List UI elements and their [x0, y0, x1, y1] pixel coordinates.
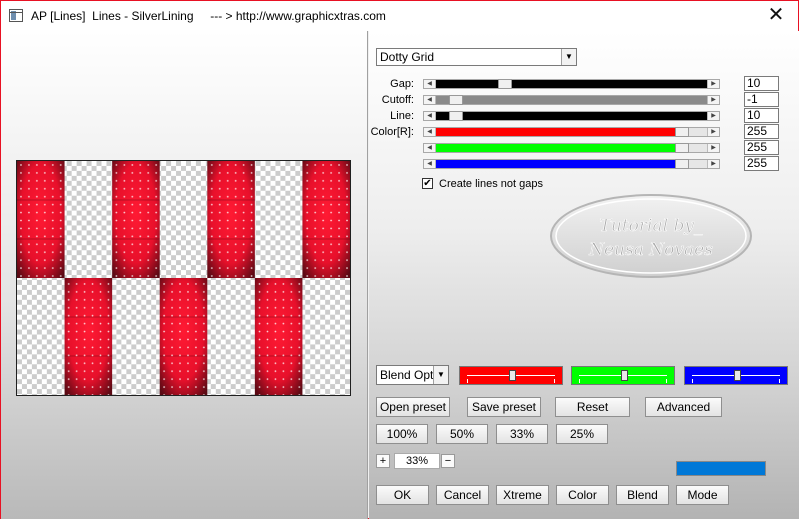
slider-label-line: Line:	[390, 110, 414, 122]
slider-thumb[interactable]	[675, 159, 689, 169]
zoom-100-button[interactable]: 100%	[376, 424, 428, 444]
slider-red[interactable]: ◀ ▶	[423, 127, 720, 137]
color-indicator-bar	[676, 461, 766, 476]
pattern-dots	[159, 278, 208, 395]
xtreme-button[interactable]: Xtreme	[496, 485, 549, 505]
advanced-button[interactable]: Advanced	[645, 397, 722, 417]
slider-thumb[interactable]	[449, 95, 463, 105]
zoom-50-button[interactable]: 50%	[436, 424, 488, 444]
cancel-button[interactable]: Cancel	[436, 485, 489, 505]
zoom-25-button[interactable]: 25%	[556, 424, 608, 444]
pattern-dots	[112, 161, 160, 278]
filter-dropdown-value: Dotty Grid	[380, 50, 435, 64]
slider-blue[interactable]: ◀ ▶	[423, 159, 720, 169]
mode-button[interactable]: Mode	[676, 485, 729, 505]
slider-fill	[436, 128, 675, 136]
pattern-dots	[64, 278, 113, 395]
close-icon[interactable]: ✕	[762, 5, 790, 27]
slider-left-arrow-icon[interactable]: ◀	[424, 128, 436, 136]
reset-button[interactable]: Reset	[555, 397, 630, 417]
blend-slider-thumb[interactable]	[734, 370, 741, 381]
slider-line[interactable]: ◀ ▶	[423, 111, 720, 121]
zoom-33-button[interactable]: 33%	[496, 424, 548, 444]
dialog-window: AP [Lines] Lines - SilverLining --- > ht…	[0, 0, 799, 519]
slider-left-arrow-icon[interactable]: ◀	[424, 144, 436, 152]
chevron-down-icon: ▼	[561, 49, 576, 65]
slider-value-gap[interactable]: 10	[744, 76, 779, 91]
pattern-dots	[254, 278, 303, 395]
slider-label-red: Color[R]:	[370, 126, 414, 138]
color-button[interactable]: Color	[556, 485, 609, 505]
blend-button[interactable]: Blend	[616, 485, 669, 505]
slider-left-arrow-icon[interactable]: ◀	[424, 80, 436, 88]
create-lines-checkbox[interactable]: ✔	[422, 178, 433, 189]
slider-fill	[436, 160, 675, 168]
slider-gap[interactable]: ◀ ▶	[423, 79, 720, 89]
title-bar[interactable]: AP [Lines] Lines - SilverLining --- > ht…	[1, 1, 798, 31]
pattern-dots	[302, 161, 350, 278]
preview-panel	[1, 31, 368, 519]
slider-cutoff[interactable]: ◀ ▶	[423, 95, 720, 105]
slider-right-arrow-icon[interactable]: ▶	[707, 144, 719, 152]
slider-right-arrow-icon[interactable]: ▶	[707, 160, 719, 168]
slider-value-line[interactable]: 10	[744, 108, 779, 123]
slider-label-cutoff: Cutoff:	[381, 94, 414, 106]
chevron-down-icon: ▼	[433, 366, 448, 384]
zoom-out-button[interactable]: −	[441, 454, 455, 468]
pattern-dots	[17, 161, 65, 278]
create-lines-label: Create lines not gaps	[439, 178, 543, 190]
tutorial-watermark: Tutorial by_ Neusa Novaes	[550, 194, 752, 278]
slider-left-arrow-icon[interactable]: ◀	[424, 112, 436, 120]
blend-slider-thumb[interactable]	[621, 370, 628, 381]
slider-fill	[436, 144, 675, 152]
blend-swatch-3[interactable]	[684, 366, 788, 385]
watermark-line-2: Neusa Novaes	[588, 240, 713, 260]
slider-thumb[interactable]	[675, 127, 689, 137]
blend-options-dropdown[interactable]: Blend Optio ▼	[376, 365, 449, 385]
slider-value-green[interactable]: 255	[744, 140, 779, 155]
blend-swatch-2[interactable]	[571, 366, 675, 385]
slider-right-arrow-icon[interactable]: ▶	[707, 80, 719, 88]
pattern-dots	[207, 161, 255, 278]
zoom-in-button[interactable]: +	[376, 454, 390, 468]
open-preset-button[interactable]: Open preset	[376, 397, 450, 417]
slider-value-blue[interactable]: 255	[744, 156, 779, 171]
preview-image[interactable]	[16, 160, 351, 396]
slider-fill	[436, 80, 707, 88]
slider-left-arrow-icon[interactable]: ◀	[424, 96, 436, 104]
controls-panel: Dotty Grid ▼ Gap: ◀ ▶ 10 Cutoff: ◀ ▶ -1 Line: ◀ ▶ 1…	[369, 31, 799, 519]
slider-fill	[436, 112, 707, 120]
slider-left-arrow-icon[interactable]: ◀	[424, 160, 436, 168]
slider-right-arrow-icon[interactable]: ▶	[707, 96, 719, 104]
ok-button[interactable]: OK	[376, 485, 429, 505]
slider-green[interactable]: ◀ ▶	[423, 143, 720, 153]
blend-swatch-1[interactable]	[459, 366, 563, 385]
slider-thumb[interactable]	[498, 79, 512, 89]
check-mark-icon: ✔	[423, 178, 432, 189]
slider-label-gap: Gap:	[390, 78, 414, 90]
slider-right-arrow-icon[interactable]: ▶	[707, 112, 719, 120]
slider-fill	[436, 96, 707, 104]
slider-thumb[interactable]	[449, 111, 463, 121]
save-preset-button[interactable]: Save preset	[467, 397, 541, 417]
window-title: AP [Lines] Lines - SilverLining --- > ht…	[31, 9, 386, 23]
slider-thumb[interactable]	[675, 143, 689, 153]
filter-dropdown[interactable]: Dotty Grid ▼	[376, 48, 577, 66]
slider-value-red[interactable]: 255	[744, 124, 779, 139]
watermark-line-1: Tutorial by_	[600, 216, 703, 236]
zoom-value: 33%	[394, 453, 440, 469]
blend-slider-thumb[interactable]	[509, 370, 516, 381]
slider-right-arrow-icon[interactable]: ▶	[707, 128, 719, 136]
slider-value-cutoff[interactable]: -1	[744, 92, 779, 107]
app-window-icon	[9, 9, 23, 22]
